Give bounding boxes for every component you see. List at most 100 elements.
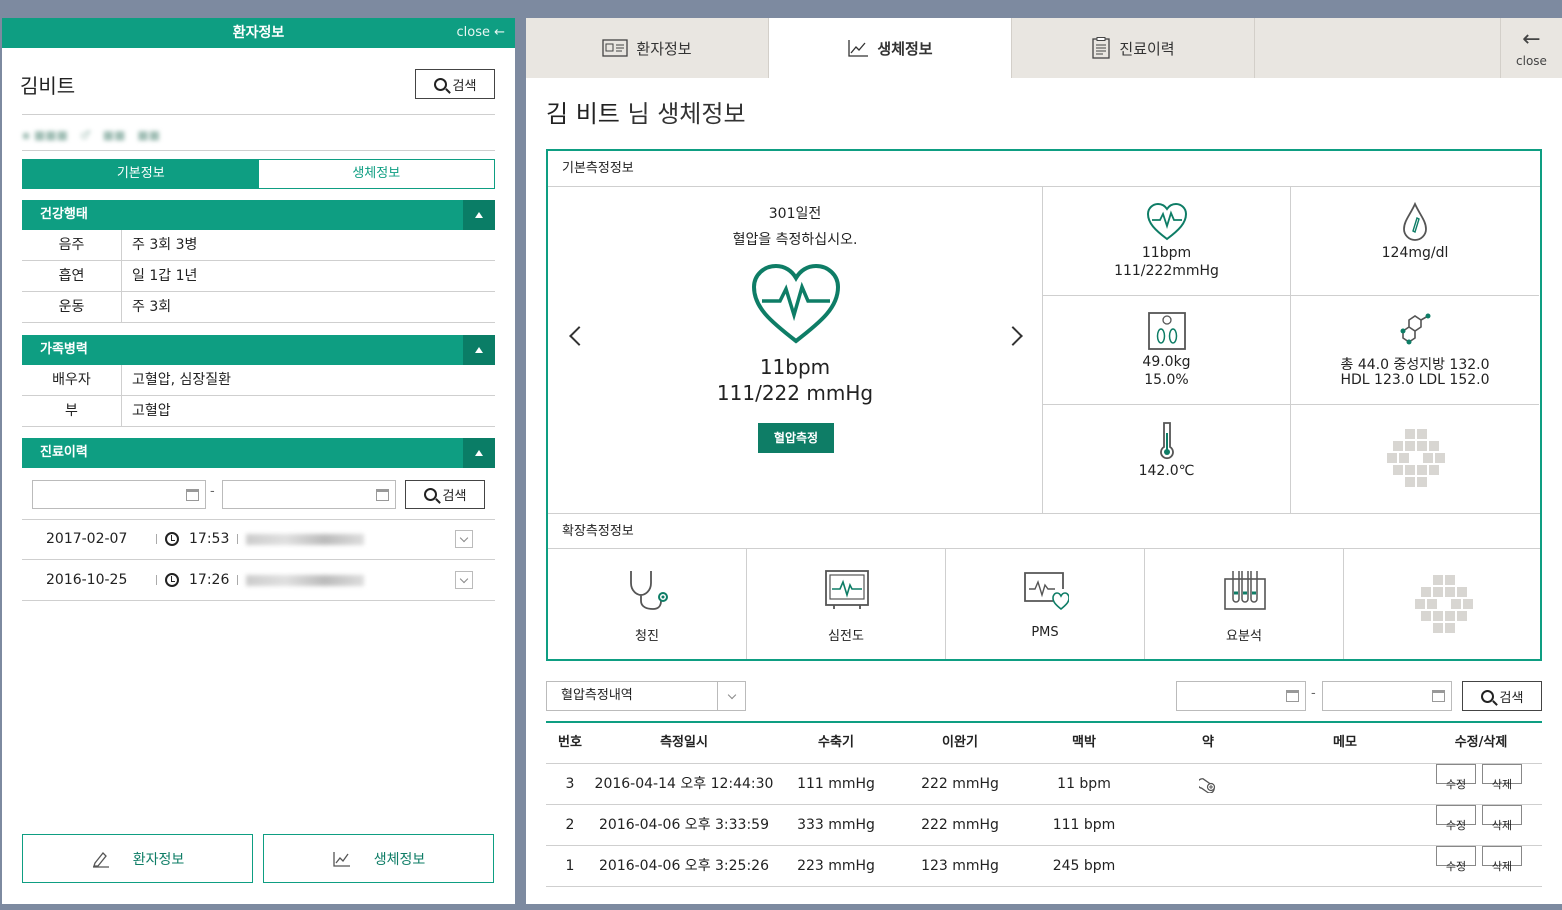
edit-button[interactable]: 수정 (1436, 805, 1476, 832)
bp-history-table: 번호 측정일시 수축기 이완기 맥박 약 메모 수정/삭제 3 2016-04-… (546, 721, 1542, 887)
clipboard-icon (1092, 37, 1111, 59)
edit-button[interactable]: 수정 (1436, 846, 1476, 873)
cell-systolic: 333 mmHg (797, 817, 875, 833)
col-header: 수축기 (818, 735, 854, 750)
collapse-toggle[interactable] (463, 335, 495, 365)
triangle-up-icon (475, 347, 483, 353)
section-family-header[interactable]: 가족병력 (22, 335, 495, 365)
line-chart-icon (848, 40, 869, 57)
row-value: 주 3회 (132, 299, 172, 315)
ext-cell-label: 요분석 (1226, 629, 1262, 644)
calendar-icon[interactable] (186, 489, 199, 501)
weight-value: 49.0kg (1142, 354, 1191, 370)
patient-search-button[interactable]: 검색 (415, 69, 495, 99)
table-search-button[interactable]: 검색 (1462, 681, 1542, 711)
temperature-cell[interactable]: 142.0℃ (1043, 405, 1291, 513)
collapse-toggle[interactable] (463, 438, 495, 468)
left-close-button[interactable]: close ← (456, 18, 505, 48)
section-history-header[interactable]: 진료이력 (22, 438, 495, 468)
tab-bio-info[interactable]: 생체정보 (258, 160, 494, 188)
main-tab-bar: 환자정보 생체정보 진료이력 ← close (526, 18, 1562, 78)
glucose-value: 124mg/dl (1381, 245, 1449, 261)
blurred-text (246, 574, 365, 586)
list-item[interactable]: 2016-10-25 17:26 (22, 560, 495, 601)
tab-bio-info[interactable]: 생체정보 (769, 18, 1012, 78)
cell-datetime: 2016-04-06 오후 3:25:26 (599, 858, 769, 874)
col-header: 측정일시 (660, 735, 708, 750)
delete-button[interactable]: 삭제 (1482, 846, 1522, 873)
expand-button[interactable] (455, 571, 473, 589)
main-measurement-card: 301일전 혈압을 측정하십시오. 11bpm 111/222 mmHg 혈압측… (548, 187, 1043, 513)
dropdown-button[interactable] (717, 682, 745, 710)
cell-systolic: 223 mmHg (797, 858, 875, 874)
history-date: 2016-10-25 (46, 572, 128, 588)
history-start-date-input[interactable] (32, 480, 206, 509)
calendar-icon[interactable] (1286, 690, 1299, 702)
history-search-button[interactable]: 검색 (405, 480, 485, 509)
collapse-toggle[interactable] (463, 200, 495, 230)
clock-icon (165, 573, 179, 587)
calendar-icon[interactable] (1432, 690, 1445, 702)
tab-patient-info[interactable]: 환자정보 (526, 18, 769, 78)
date-separator: - (210, 484, 215, 499)
list-item[interactable]: 2017-02-07 17:53 (22, 519, 495, 560)
table-start-date-input[interactable] (1176, 681, 1306, 711)
chevron-right-icon[interactable] (1003, 326, 1023, 346)
measurement-type-select[interactable]: 혈압측정내역 (546, 681, 746, 711)
auscultation-cell[interactable]: 청진 (548, 549, 747, 659)
pms-cell[interactable]: PMS (946, 549, 1145, 659)
heart-rate-icon (1146, 202, 1188, 241)
table-row: 음주 주 3회 3병 (22, 230, 495, 261)
section-health-header[interactable]: 건강행태 (22, 200, 495, 230)
thermometer-icon (1160, 422, 1174, 460)
puzzle-placeholder-icon (1415, 575, 1473, 633)
stethoscope-icon (630, 571, 668, 610)
measure-bp-button[interactable]: 혈압측정 (758, 423, 834, 453)
add-extended-cell[interactable] (1344, 549, 1543, 659)
add-measurement-cell[interactable] (1291, 405, 1539, 513)
heart-rate-cell[interactable]: 11bpm 111/222mmHg (1043, 187, 1291, 296)
pill-icon[interactable] (1199, 775, 1217, 793)
bottom-patient-info-button[interactable]: 환자정보 (22, 834, 253, 883)
title-name: 김 비트 (546, 100, 620, 128)
cholesterol-detail: HDL 123.0 LDL 152.0 (1340, 372, 1490, 388)
ecg-cell[interactable]: 심전도 (747, 549, 946, 659)
row-key: 배우자 (22, 365, 122, 395)
main-bp-value: 111/222 mmHg (716, 381, 874, 405)
body-fat-value: 15.0% (1144, 372, 1189, 388)
delete-button[interactable]: 삭제 (1482, 805, 1522, 832)
weight-cell[interactable]: 49.0kg 15.0% (1043, 296, 1291, 405)
days-since: 301일전 (768, 206, 822, 222)
basic-measurement-box: 기본측정정보 301일전 혈압을 측정하십시오. 11bpm 111/222 m… (546, 149, 1542, 661)
molecule-icon (1400, 313, 1431, 345)
table-row: 부 고혈압 (22, 396, 495, 427)
bottom-bio-info-button[interactable]: 생체정보 (263, 834, 494, 883)
edit-button[interactable]: 수정 (1436, 764, 1476, 791)
table-row: 운동 주 3회 (22, 292, 495, 323)
tab-basic-info[interactable]: 기본정보 (23, 160, 259, 188)
expand-button[interactable] (455, 530, 473, 548)
glucose-cell[interactable]: 124mg/dl (1291, 187, 1539, 296)
right-close-button[interactable]: ← close (1500, 18, 1562, 78)
patient-name: 김비트 (20, 74, 76, 98)
table-row: 2 2016-04-06 오후 3:33:59 333 mmHg 222 mmH… (546, 805, 1542, 846)
urinalysis-cell[interactable]: 요분석 (1145, 549, 1344, 659)
title-suffix: 님 생체정보 (619, 100, 746, 128)
table-header-row: 번호 측정일시 수축기 이완기 맥박 약 메모 수정/삭제 (546, 723, 1542, 764)
heart-rate-icon (751, 263, 841, 344)
cell-pulse: 11 bpm (1057, 776, 1111, 792)
divider (22, 114, 495, 115)
section-family-title: 가족병력 (40, 342, 88, 357)
tab-medical-history[interactable]: 진료이력 (1012, 18, 1255, 78)
chevron-left-icon[interactable] (569, 326, 589, 346)
calendar-icon[interactable] (376, 489, 389, 501)
history-end-date-input[interactable] (222, 480, 396, 509)
puzzle-placeholder-icon (1387, 429, 1445, 487)
table-end-date-input[interactable] (1322, 681, 1452, 711)
left-panel-header: 환자정보 close ← (2, 18, 515, 48)
cell-no: 2 (565, 817, 575, 833)
delete-button[interactable]: 삭제 (1482, 764, 1522, 791)
measure-message: 혈압을 측정하십시오. (732, 232, 858, 248)
cholesterol-cell[interactable]: 총 44.0 중성지방 132.0 HDL 123.0 LDL 152.0 (1291, 296, 1539, 405)
divider (22, 150, 495, 151)
